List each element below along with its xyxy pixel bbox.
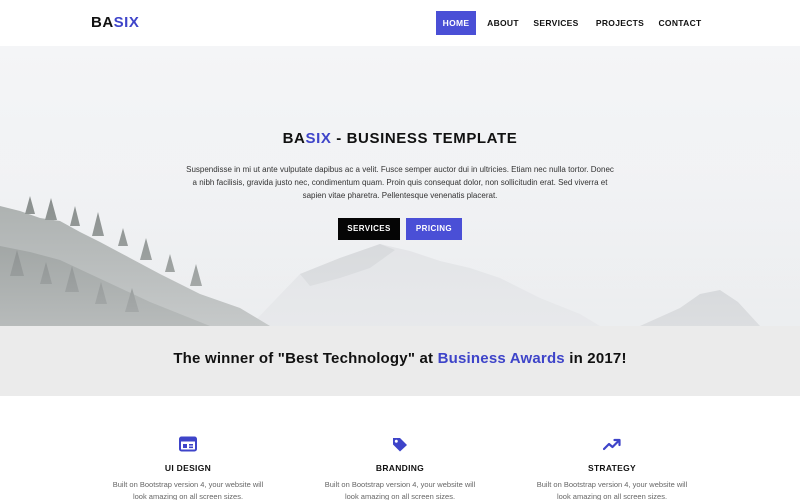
brand-part-2: SIX	[113, 14, 140, 31]
services-button[interactable]: SERVICES	[338, 218, 400, 240]
award-text-after: in 2017!	[564, 350, 627, 367]
feature-text: Built on Bootstrap version 4, your websi…	[112, 480, 264, 500]
feature-title: BRANDING	[375, 463, 425, 473]
hero-section: BASIX - BUSINESS TEMPLATE Suspendisse in…	[0, 46, 800, 326]
feature-text: Built on Bootstrap version 4, your websi…	[324, 480, 476, 500]
nav-services[interactable]: SERVICES	[531, 11, 581, 35]
award-text-accent: Business Awards	[437, 350, 565, 367]
navbar: BASIX HOME ABOUT SERVICES PROJECTS CONTA…	[0, 0, 800, 46]
feature-title: STRATEGY	[587, 463, 637, 473]
feature-title: UI DESIGN	[164, 463, 212, 473]
nav-home[interactable]: HOME	[436, 11, 476, 35]
nav-about[interactable]: ABOUT	[482, 11, 524, 35]
price-tag-icon	[393, 438, 407, 452]
hero-description: Suspendisse in mi ut ante vulputate dapi…	[186, 165, 614, 200]
hero-title: BASIX - BUSINESS TEMPLATE	[0, 130, 800, 147]
brand-part-1: BA	[91, 14, 114, 31]
pricing-button[interactable]: PRICING	[406, 218, 462, 240]
hero-title-prefix: BA	[282, 130, 306, 147]
hero-title-accent: SIX	[305, 130, 332, 147]
nav-projects[interactable]: PROJECTS	[593, 11, 647, 35]
trending-up-icon	[603, 438, 621, 451]
nav-contact[interactable]: CONTACT	[655, 11, 705, 35]
award-text-before: The winner of "Best Technology" at	[173, 350, 438, 367]
brand-logo[interactable]: BASIX	[91, 14, 139, 31]
browser-window-icon	[179, 436, 197, 452]
award-banner: The winner of "Best Technology" at Busin…	[0, 326, 800, 396]
feature-text: Built on Bootstrap version 4, your websi…	[536, 480, 688, 500]
features-section: UI DESIGN Built on Bootstrap version 4, …	[0, 396, 800, 500]
award-text: The winner of "Best Technology" at Busin…	[0, 350, 800, 367]
hero-title-rest: - BUSINESS TEMPLATE	[331, 130, 518, 147]
